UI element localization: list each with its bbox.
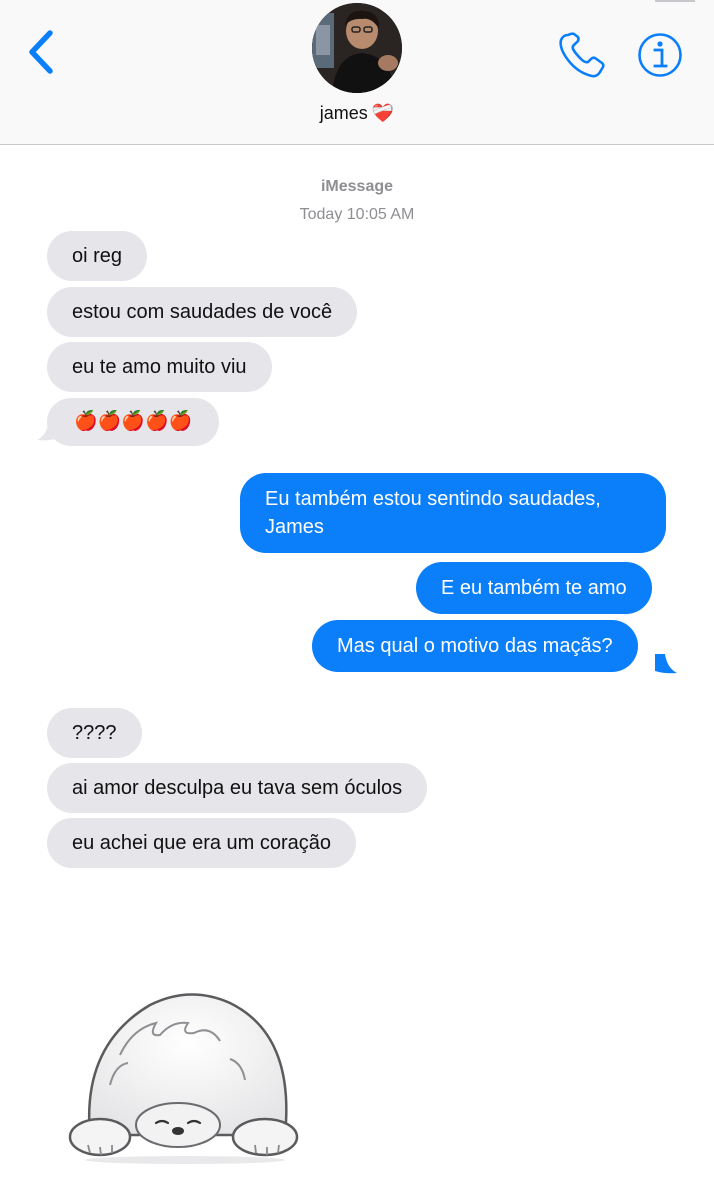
message-bubble-incoming[interactable]: ai amor desculpa eu tava sem óculos [47,763,428,813]
back-button[interactable] [22,28,62,76]
service-label: iMessage [320,178,394,195]
message-bubble-incoming[interactable]: eu achei que era um coração [47,818,357,868]
contact-avatar[interactable] [312,3,402,93]
chevron-left-icon [29,30,53,74]
bubble-tail-outgoing [655,654,677,674]
phone-icon [559,32,605,78]
conversation-header: james ❤️‍🩹 [0,0,714,145]
status-bar-fragment [655,0,695,2]
message-bubble-outgoing[interactable]: E eu também te amo [416,562,652,614]
info-button[interactable] [636,31,684,79]
contact-name-text: james [319,103,368,123]
contact-name[interactable]: james ❤️‍🩹 [0,103,714,124]
message-bubble-incoming[interactable]: eu te amo muito viu [47,342,272,392]
message-bubble-outgoing[interactable]: Mas qual o motivo das maçãs? [312,620,638,672]
call-button[interactable] [556,30,608,80]
message-bubble-incoming[interactable]: ???? [47,708,142,758]
info-icon [638,33,682,77]
message-bubble-incoming[interactable]: 🍎🍎🍎🍎🍎 [47,398,220,446]
bubble-tail-incoming [37,421,59,441]
message-bubble-incoming[interactable]: oi reg [47,231,148,281]
message-bubble-outgoing[interactable]: Eu também estou sentindo saudades, James [240,473,666,553]
message-timestamp: Today 10:05 AM [299,206,415,223]
sad-bear-sticker[interactable] [60,985,310,1165]
contact-emoji: ❤️‍🩹 [371,103,395,123]
message-bubble-incoming[interactable]: estou com saudades de você [47,287,358,337]
